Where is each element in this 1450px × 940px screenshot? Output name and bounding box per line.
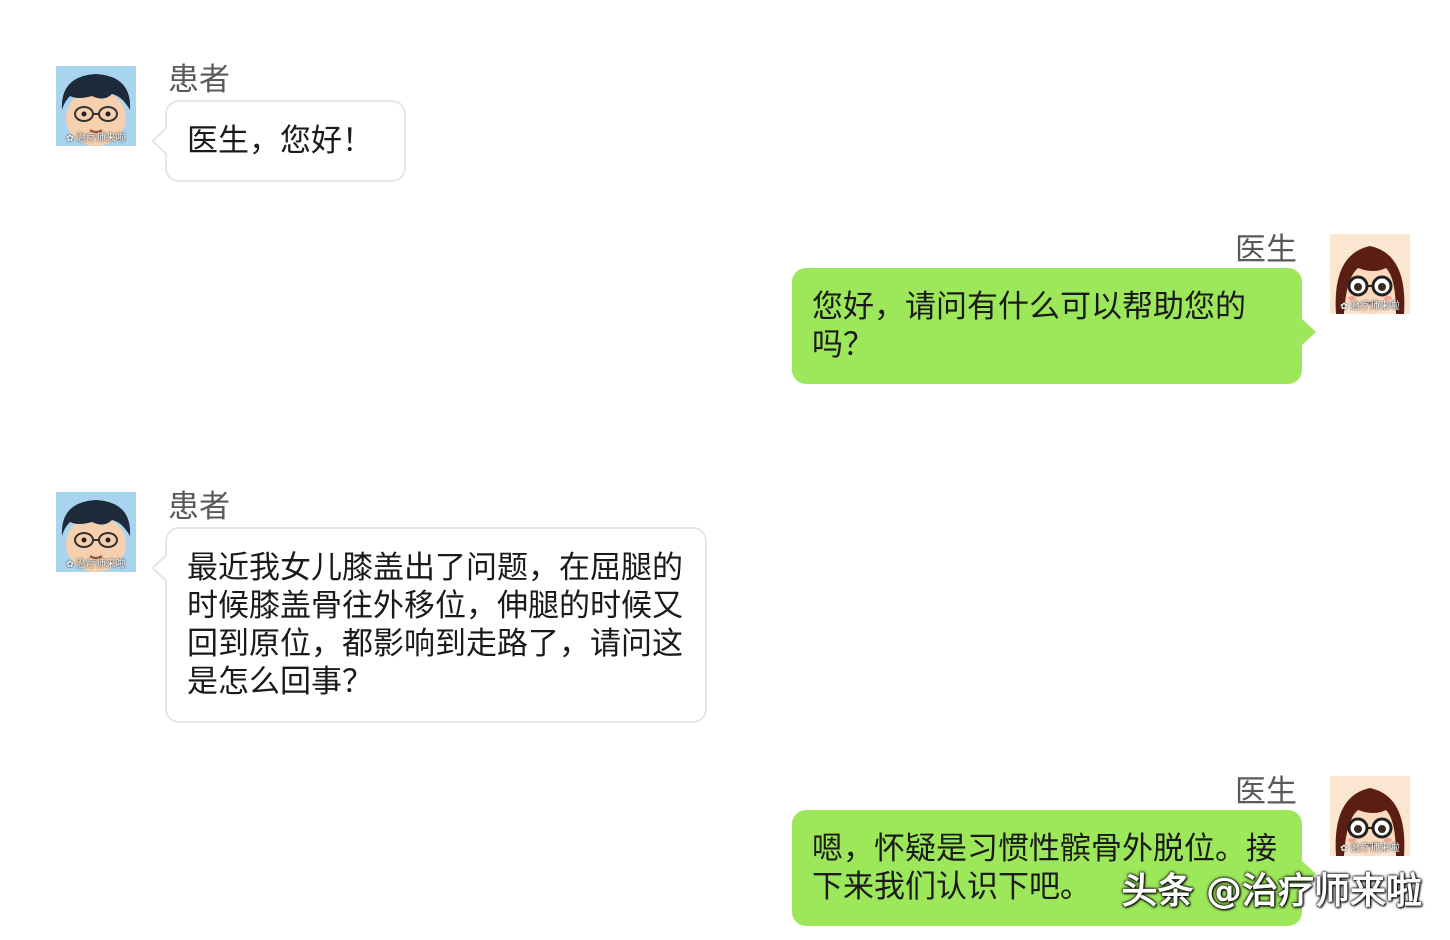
patient-avatar[interactable]: ✿ 治疗师来啦 [56,492,136,572]
sender-name: 患者 [168,489,230,525]
sender-name: 医生 [1235,232,1297,268]
message-text: 您好，请问有什么可以帮助您的吗？ [812,289,1246,363]
wechat-icon: ✿ [66,560,74,570]
doctor-avatar[interactable]: ✿ 治疗师来啦 [1330,776,1410,856]
message-text: 医生，您好！ [187,123,373,159]
sender-name: 患者 [168,62,230,98]
avatar-watermark: ✿ 治疗师来啦 [1330,297,1410,312]
sender-name: 医生 [1235,774,1297,810]
wechat-icon: ✿ [1340,844,1348,854]
wechat-icon: ✿ [66,134,74,144]
message-bubble[interactable]: 最近我女儿膝盖出了问题，在屈腿的时候膝盖骨往外移位，伸腿的时候又回到原位，都影响… [151,527,707,723]
avatar-watermark-text: 治疗师来啦 [1349,843,1400,854]
message-text: 最近我女儿膝盖出了问题，在屈腿的时候膝盖骨往外移位，伸腿的时候又回到原位，都影响… [187,550,683,700]
avatar-watermark: ✿ 治疗师来啦 [56,129,136,144]
avatar-watermark: ✿ 治疗师来啦 [1330,839,1410,854]
wechat-icon: ✿ [1340,302,1348,312]
avatar-watermark-text: 治疗师来啦 [75,133,126,144]
doctor-avatar[interactable]: ✿ 治疗师来啦 [1330,234,1410,314]
message-bubble[interactable]: 您好，请问有什么可以帮助您的吗？ [792,268,1316,384]
toutiao-watermark: 头条 @治疗师来啦 [1121,871,1422,912]
avatar-watermark: ✿ 治疗师来啦 [56,555,136,570]
patient-avatar[interactable]: ✿ 治疗师来啦 [56,66,136,146]
avatar-watermark-text: 治疗师来啦 [75,559,126,570]
avatar-watermark-text: 治疗师来啦 [1349,301,1400,312]
message-bubble[interactable]: 医生，您好！ [151,100,406,182]
chat-conversation: ✿ 治疗师来啦 患者 医生，您好！ 医生 您好，请问有什么可以帮助您的吗？ ✿ 治疗… [0,0,1450,940]
